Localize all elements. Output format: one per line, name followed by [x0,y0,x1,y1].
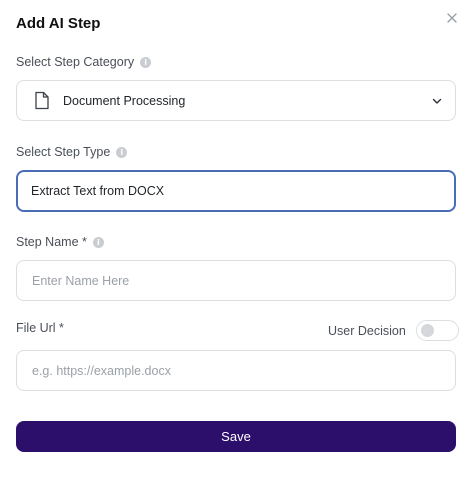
add-ai-step-dialog: Add AI Step Select Step Category i Docum… [0,0,472,477]
step-category-label-row: Select Step Category i [16,55,152,69]
file-url-label: File Url * [16,321,64,335]
info-icon[interactable]: i [140,56,152,68]
step-name-label-row: Step Name * i [16,235,104,249]
user-decision-label: User Decision [328,323,406,338]
dialog-title: Add AI Step [16,15,101,32]
file-url-field[interactable]: e.g. https://example.docx [16,350,456,391]
step-name-label: Step Name * [16,235,87,249]
toggle-knob [420,324,434,337]
info-icon[interactable]: i [92,236,104,248]
step-type-input[interactable]: Extract Text from DOCX [16,170,456,212]
step-category-label: Select Step Category [16,55,135,69]
user-decision-toggle[interactable] [415,320,459,341]
step-name-placeholder: Enter Name Here [32,273,130,288]
step-type-label: Select Step Type [16,145,111,159]
save-button[interactable]: Save [16,421,456,452]
step-category-select[interactable]: Document Processing [16,80,456,121]
step-name-field[interactable]: Enter Name Here [16,260,456,301]
file-url-label-row: File Url * [16,321,64,335]
step-category-value: Document Processing [63,93,186,108]
step-type-label-row: Select Step Type i [16,145,128,159]
info-icon[interactable]: i [116,146,128,158]
step-type-value: Extract Text from DOCX [31,184,165,198]
chevron-down-icon [432,98,442,104]
user-decision-toggle-row: User Decision [328,320,459,341]
file-url-placeholder: e.g. https://example.docx [32,363,171,378]
document-icon [35,91,49,110]
close-icon[interactable] [444,10,460,26]
